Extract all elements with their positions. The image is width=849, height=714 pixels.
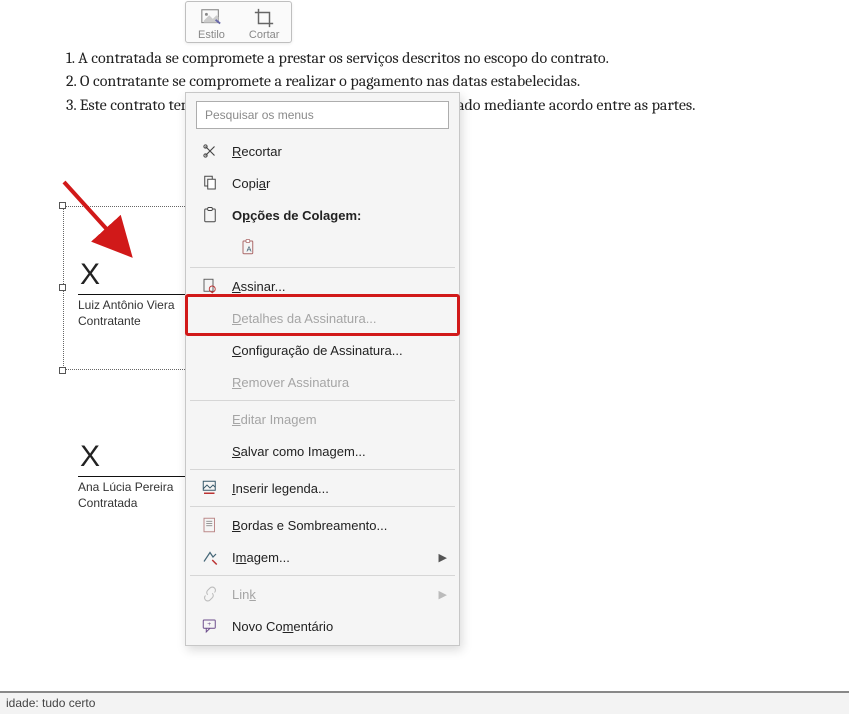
menu-cut[interactable]: Recortar bbox=[186, 135, 459, 167]
status-text: idade: tudo certo bbox=[6, 696, 95, 710]
menu-remove-signature: Remover Assinatura bbox=[186, 366, 459, 398]
menu-signature-details: Detalhes da Assinatura... bbox=[186, 302, 459, 334]
menu-paste-options-header: Opções de Colagem: bbox=[186, 199, 459, 231]
annotation-arrow-icon bbox=[52, 176, 152, 266]
image-tools-icon bbox=[198, 548, 222, 566]
svg-text:A: A bbox=[246, 245, 251, 254]
doc-line-1: 1. A contratada se compromete a prestar … bbox=[66, 47, 829, 69]
menu-new-comment[interactable]: + Novo Comentário bbox=[186, 610, 459, 642]
menu-link-submenu: Link ▶ bbox=[186, 578, 459, 610]
chevron-right-icon: ▶ bbox=[439, 588, 447, 601]
borders-icon bbox=[198, 516, 222, 534]
menu-insert-caption[interactable]: Inserir legenda... bbox=[186, 472, 459, 504]
doc-line-2: 2. O contratante se compromete a realiza… bbox=[66, 70, 829, 92]
menu-signature-setup[interactable]: Configuração de Assinatura... bbox=[186, 334, 459, 366]
status-bar: idade: tudo certo bbox=[0, 692, 849, 714]
menu-borders-shading[interactable]: Bordas e Sombreamento... bbox=[186, 509, 459, 541]
resize-handle[interactable] bbox=[59, 284, 66, 291]
menu-sign[interactable]: Assinar... bbox=[186, 270, 459, 302]
resize-handle[interactable] bbox=[59, 367, 66, 374]
comment-icon: + bbox=[198, 617, 222, 635]
crop-label: Cortar bbox=[249, 29, 280, 41]
menu-copy[interactable]: Copiar bbox=[186, 167, 459, 199]
crop-icon bbox=[252, 7, 276, 29]
paste-keep-text-button[interactable]: A bbox=[234, 233, 264, 261]
clipboard-icon bbox=[198, 206, 222, 224]
svg-text:+: + bbox=[207, 621, 211, 628]
clipboard-text-icon: A bbox=[240, 238, 258, 256]
sign-document-icon bbox=[198, 277, 222, 295]
crop-button[interactable]: Cortar bbox=[239, 5, 290, 41]
link-icon bbox=[198, 585, 222, 603]
style-button[interactable]: Estilo bbox=[188, 5, 235, 41]
context-menu: Pesquisar os menus Recortar Copiar Opçõe… bbox=[185, 92, 460, 646]
chevron-right-icon: ▶ bbox=[439, 551, 447, 564]
mini-toolbar: Estilo Cortar bbox=[185, 1, 292, 43]
menu-image-submenu[interactable]: Imagem... ▶ bbox=[186, 541, 459, 573]
paste-options-row: A bbox=[186, 231, 459, 265]
picture-style-icon bbox=[199, 7, 223, 29]
copy-icon bbox=[198, 174, 222, 192]
scissors-icon bbox=[198, 142, 222, 160]
caption-icon bbox=[198, 479, 222, 497]
menu-edit-image: Editar Imagem bbox=[186, 403, 459, 435]
menu-search-input[interactable]: Pesquisar os menus bbox=[196, 101, 449, 129]
menu-save-as-image[interactable]: Salvar como Imagem... bbox=[186, 435, 459, 467]
style-label: Estilo bbox=[198, 29, 225, 41]
